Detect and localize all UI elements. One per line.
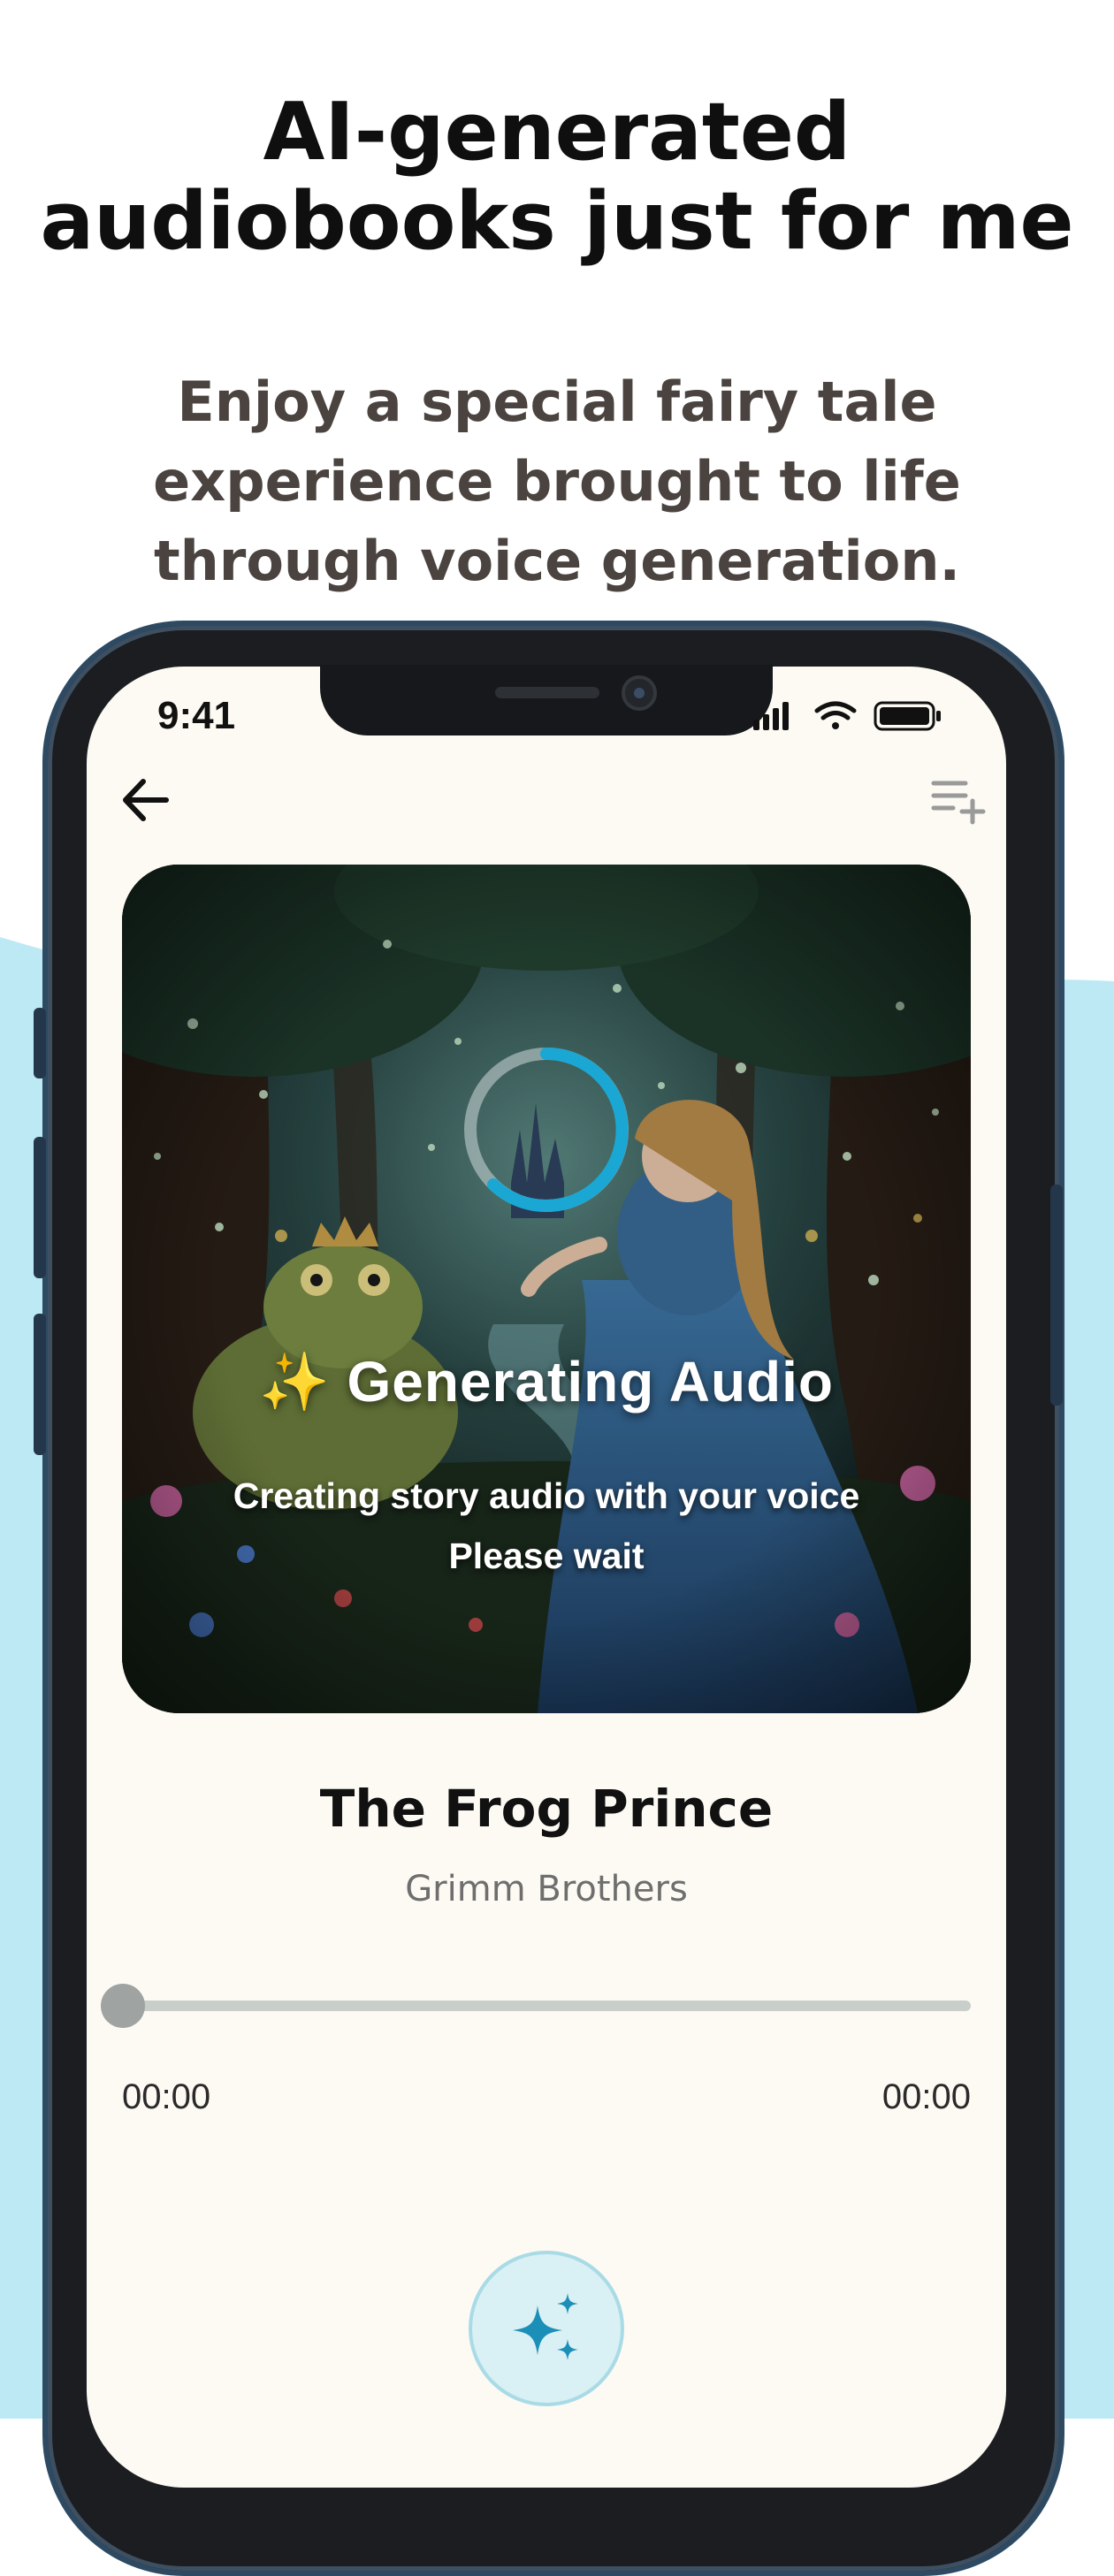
playlist-add-icon[interactable] (927, 774, 988, 827)
arrow-left-icon[interactable] (115, 769, 177, 831)
generating-subtitle: Creating story audio with your voice Ple… (122, 1466, 971, 1586)
headline-line: AI-generated (263, 86, 851, 179)
cellular-signal-icon (753, 702, 789, 730)
elapsed-time: 00:00 (122, 2077, 211, 2116)
phone-power-button (1050, 1185, 1063, 1406)
generate-audio-button[interactable] (469, 2251, 624, 2406)
subhead-line: experience brought to life (153, 448, 961, 514)
phone-camera (622, 675, 657, 711)
promo-headline: AI-generated audiobooks just for me (0, 88, 1114, 267)
phone-speaker (495, 687, 599, 698)
generating-title: ✨ Generating Audio (122, 1349, 971, 1415)
track-title: The Frog Prince (319, 1779, 774, 1839)
total-duration: 00:00 (881, 2077, 971, 2116)
generating-title-text: Generating Audio (347, 1350, 834, 1414)
fairy-tale-illustration (122, 865, 971, 1713)
track-author: Grimm Brothers (405, 1869, 688, 1909)
phone-side-button (34, 1008, 46, 1078)
phone-volume-down (34, 1314, 46, 1455)
progress-slider[interactable] (122, 2001, 971, 2011)
promo-subheadline: Enjoy a special fairy tale experience br… (124, 362, 990, 601)
headline-line: audiobooks just for me (40, 174, 1074, 268)
battery-icon (874, 701, 941, 731)
generating-line: Creating story audio with your voice (233, 1475, 860, 1516)
progress-thumb[interactable] (101, 1984, 145, 2028)
sparkles-icon (513, 2293, 578, 2360)
phone-notch (320, 665, 773, 735)
wifi-icon (814, 701, 857, 729)
generating-line: Please wait (448, 1536, 645, 1576)
subhead-line: Enjoy a special fairy tale (177, 370, 937, 434)
phone-volume-up (34, 1137, 46, 1278)
sparkle-emoji: ✨ (259, 1350, 331, 1414)
status-time: 9:41 (157, 694, 236, 737)
subhead-line: through voice generation. (153, 528, 961, 593)
story-cover: ✨ Generating Audio Creating story audio … (122, 865, 971, 1713)
status-icons (753, 701, 941, 731)
